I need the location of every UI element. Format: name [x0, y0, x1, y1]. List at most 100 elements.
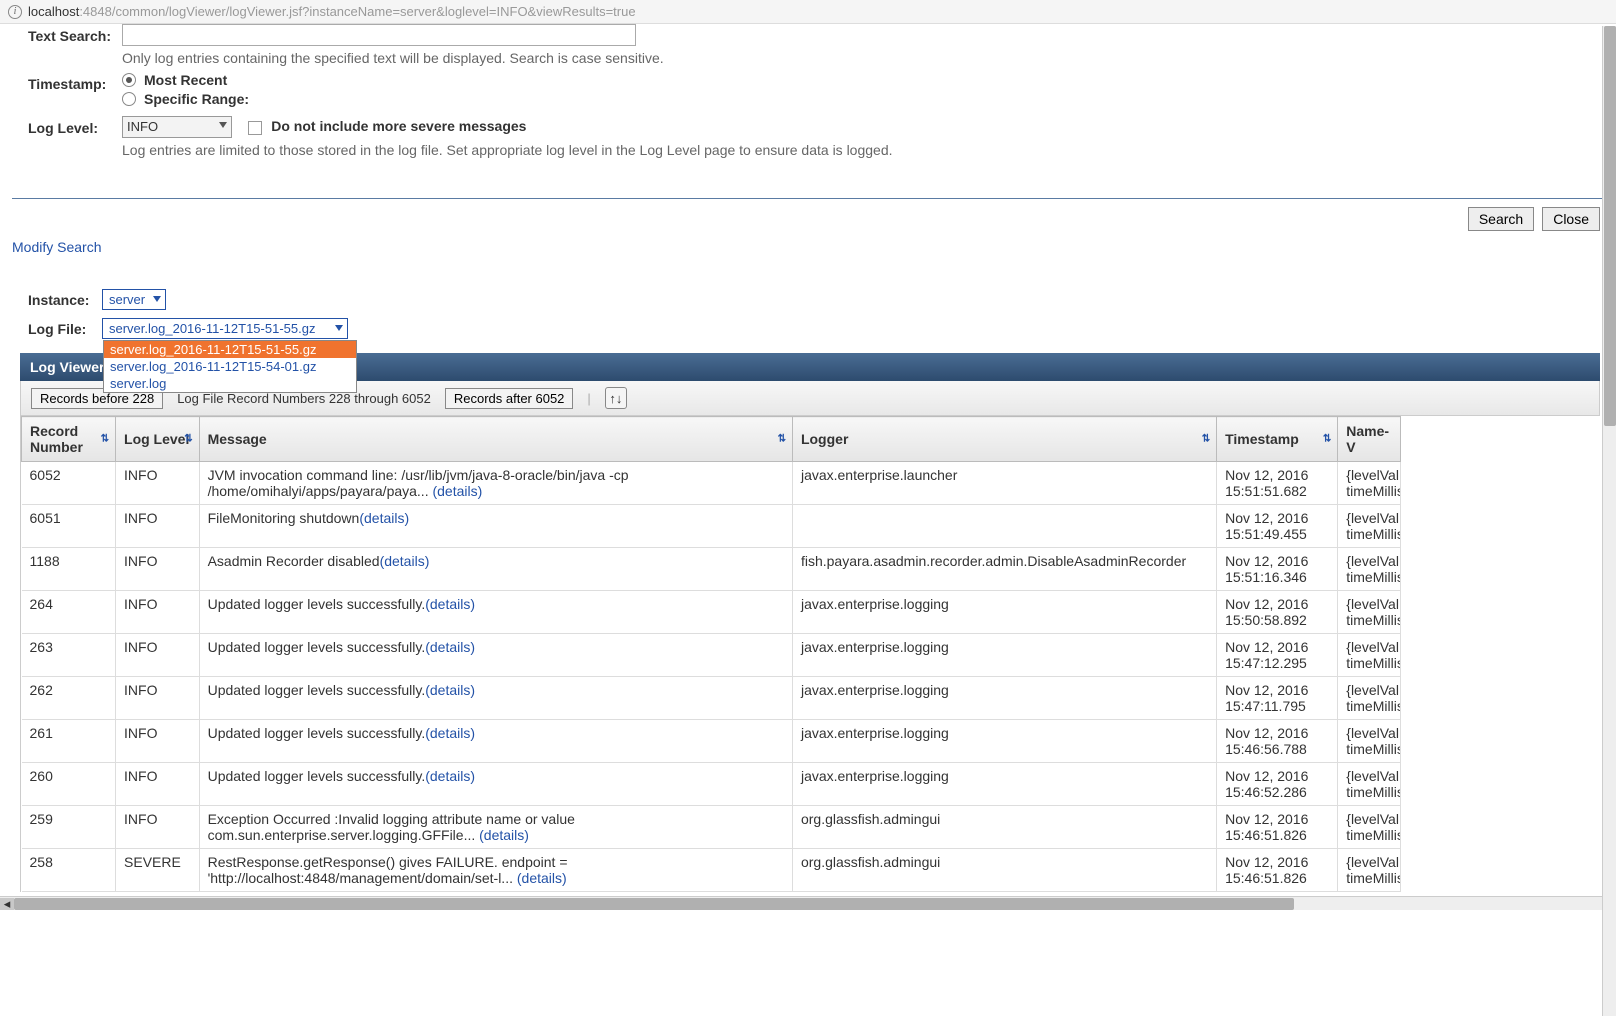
cell-log-level: INFO: [116, 677, 200, 720]
table-row: 260INFOUpdated logger levels successfull…: [22, 763, 1401, 806]
text-search-input[interactable]: [122, 24, 636, 46]
table-row: 6051INFOFileMonitoring shutdown(details)…: [22, 505, 1401, 548]
logfile-label: Log File:: [28, 321, 102, 337]
modify-search-link[interactable]: Modify Search: [12, 239, 101, 255]
chevron-down-icon: [335, 325, 343, 331]
col-logger[interactable]: Logger⇅: [792, 417, 1216, 462]
logfile-dropdown: server.log_2016-11-12T15-51-55.gz server…: [103, 340, 357, 393]
cell-record-number: 259: [22, 806, 116, 849]
scroll-toggle-icon[interactable]: ↑↓: [605, 387, 627, 409]
cell-record-number: 260: [22, 763, 116, 806]
scrollbar-thumb[interactable]: [1604, 26, 1616, 426]
url-host: localhost: [28, 4, 79, 19]
info-icon: i: [8, 5, 22, 19]
details-link[interactable]: (details): [479, 827, 529, 843]
radio-most-recent-label: Most Recent: [144, 72, 227, 88]
cell-name-value: {levelVal timeMillis: [1338, 505, 1401, 548]
log-level-label: Log Level:: [28, 116, 122, 136]
log-table: Record Number⇅ Log Level⇅ Message⇅ Logge…: [21, 416, 1401, 892]
records-after-button[interactable]: Records after 6052: [445, 388, 574, 409]
instance-select[interactable]: server: [102, 289, 166, 310]
separator: |: [587, 391, 590, 406]
cell-timestamp: Nov 12, 2016 15:51:49.455: [1217, 505, 1338, 548]
cell-logger: fish.payara.asadmin.recorder.admin.Disab…: [792, 548, 1216, 591]
logfile-value: server.log_2016-11-12T15-51-55.gz: [109, 321, 315, 336]
cell-log-level: INFO: [116, 720, 200, 763]
cell-timestamp: Nov 12, 2016 15:51:16.346: [1217, 548, 1338, 591]
sort-icon: ⇅: [1323, 434, 1331, 445]
table-row: 258SEVERERestResponse.getResponse() give…: [22, 849, 1401, 892]
close-button[interactable]: Close: [1542, 207, 1600, 231]
table-row: 262INFOUpdated logger levels successfull…: [22, 677, 1401, 720]
details-link[interactable]: (details): [425, 596, 475, 612]
cell-name-value: {levelVal timeMillis: [1338, 763, 1401, 806]
details-link[interactable]: (details): [359, 510, 409, 526]
cell-message: Updated logger levels successfully.(deta…: [199, 720, 792, 763]
instance-label: Instance:: [28, 292, 102, 308]
details-link[interactable]: (details): [517, 870, 567, 886]
cell-record-number: 263: [22, 634, 116, 677]
cell-timestamp: Nov 12, 2016 15:50:58.892: [1217, 591, 1338, 634]
cell-logger: javax.enterprise.logging: [792, 763, 1216, 806]
table-row: 264INFOUpdated logger levels successfull…: [22, 591, 1401, 634]
cell-message: Updated logger levels successfully.(deta…: [199, 634, 792, 677]
log-level-select[interactable]: INFO: [122, 116, 232, 138]
cell-logger: javax.enterprise.logging: [792, 720, 1216, 763]
sort-icon: ⇅: [778, 434, 786, 445]
col-name-value[interactable]: Name-V: [1338, 417, 1401, 462]
vertical-scrollbar[interactable]: [1602, 26, 1616, 1016]
details-link[interactable]: (details): [432, 483, 482, 499]
logfile-select[interactable]: server.log_2016-11-12T15-51-55.gz server…: [102, 318, 348, 339]
not-severe-checkbox[interactable]: [248, 121, 262, 135]
radio-specific-range-label: Specific Range:: [144, 91, 249, 107]
cell-record-number: 1188: [22, 548, 116, 591]
table-row: 259INFOException Occurred :Invalid loggi…: [22, 806, 1401, 849]
logfile-option[interactable]: server.log_2016-11-12T15-51-55.gz: [104, 341, 356, 358]
cell-name-value: {levelVal timeMillis: [1338, 677, 1401, 720]
details-link[interactable]: (details): [425, 639, 475, 655]
radio-most-recent[interactable]: [122, 73, 136, 87]
cell-timestamp: Nov 12, 2016 15:47:12.295: [1217, 634, 1338, 677]
col-record-number[interactable]: Record Number⇅: [22, 417, 116, 462]
horizontal-scrollbar[interactable]: ◂ ▸: [0, 896, 1616, 910]
scroll-left-icon[interactable]: ◂: [0, 898, 14, 910]
cell-message: RestResponse.getResponse() gives FAILURE…: [199, 849, 792, 892]
details-link[interactable]: (details): [380, 553, 430, 569]
cell-logger: javax.enterprise.launcher: [792, 462, 1216, 505]
text-search-hint: Only log entries containing the specifie…: [122, 50, 1600, 66]
col-message[interactable]: Message⇅: [199, 417, 792, 462]
cell-record-number: 262: [22, 677, 116, 720]
log-level-hint: Log entries are limited to those stored …: [122, 142, 1600, 158]
cell-timestamp: Nov 12, 2016 15:46:51.826: [1217, 806, 1338, 849]
sort-icon: ⇅: [184, 434, 192, 445]
cell-name-value: {levelVal timeMillis: [1338, 634, 1401, 677]
cell-logger: javax.enterprise.logging: [792, 591, 1216, 634]
cell-log-level: INFO: [116, 505, 200, 548]
cell-log-level: INFO: [116, 634, 200, 677]
col-timestamp[interactable]: Timestamp⇅: [1217, 417, 1338, 462]
table-row: 261INFOUpdated logger levels successfull…: [22, 720, 1401, 763]
logfile-option[interactable]: server.log_2016-11-12T15-54-01.gz: [104, 358, 356, 375]
radio-specific-range[interactable]: [122, 92, 136, 106]
logfile-option[interactable]: server.log: [104, 375, 356, 392]
table-row: 6052INFOJVM invocation command line: /us…: [22, 462, 1401, 505]
cell-timestamp: Nov 12, 2016 15:46:51.826: [1217, 849, 1338, 892]
details-link[interactable]: (details): [425, 725, 475, 741]
cell-message: Exception Occurred :Invalid logging attr…: [199, 806, 792, 849]
details-link[interactable]: (details): [425, 768, 475, 784]
col-log-level[interactable]: Log Level⇅: [116, 417, 200, 462]
cell-record-number: 6052: [22, 462, 116, 505]
cell-message: Asadmin Recorder disabled(details): [199, 548, 792, 591]
scrollbar-thumb[interactable]: [14, 898, 1294, 910]
cell-timestamp: Nov 12, 2016 15:46:56.788: [1217, 720, 1338, 763]
log-level-value: INFO: [127, 119, 158, 134]
cell-log-level: SEVERE: [116, 849, 200, 892]
details-link[interactable]: (details): [425, 682, 475, 698]
browser-url-bar[interactable]: i localhost:4848/common/logViewer/logVie…: [0, 0, 1616, 24]
cell-message: Updated logger levels successfully.(deta…: [199, 677, 792, 720]
chevron-down-icon: [219, 122, 227, 128]
cell-name-value: {levelVal timeMillis: [1338, 462, 1401, 505]
cell-logger: [792, 505, 1216, 548]
search-button[interactable]: Search: [1468, 207, 1534, 231]
cell-name-value: {levelVal timeMillis: [1338, 548, 1401, 591]
